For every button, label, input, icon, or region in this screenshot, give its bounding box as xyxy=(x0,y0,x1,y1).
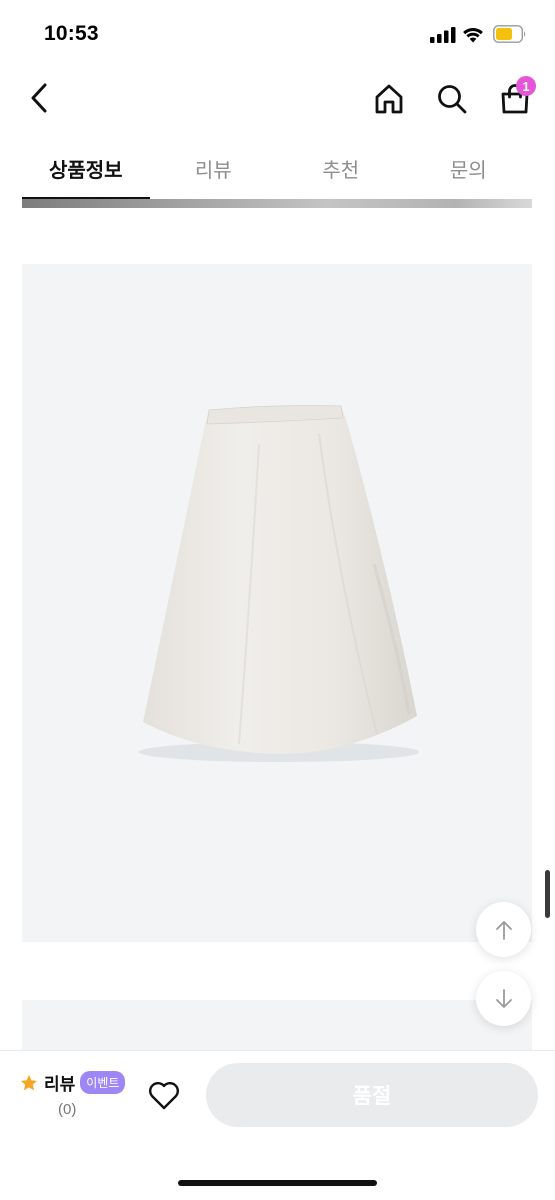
scrollbar[interactable] xyxy=(545,870,550,918)
heart-icon xyxy=(149,1082,179,1110)
cellular-signal-icon xyxy=(430,27,456,43)
battery-icon xyxy=(493,25,526,43)
like-button[interactable] xyxy=(146,1077,182,1113)
cart-count-badge: 1 xyxy=(516,76,536,96)
arrow-down-icon xyxy=(495,988,512,1008)
previous-image-edge xyxy=(22,199,532,208)
review-count: (0) xyxy=(58,1101,77,1118)
product-image xyxy=(22,264,532,942)
skirt-image xyxy=(139,405,419,762)
review-summary[interactable]: 리뷰 이벤트 (0) xyxy=(20,1070,130,1120)
home-indicator xyxy=(178,1180,377,1186)
status-time: 10:53 xyxy=(44,22,99,45)
event-badge: 이벤트 xyxy=(80,1071,126,1094)
arrow-up-icon xyxy=(495,920,512,940)
cart-button[interactable]: 1 xyxy=(494,76,536,120)
scroll-top-button[interactable] xyxy=(476,902,531,957)
product-tabs: 상품정보 리뷰 추천 문의 xyxy=(22,138,532,200)
search-button[interactable] xyxy=(431,78,473,120)
scroll-bottom-button[interactable] xyxy=(476,971,531,1026)
tab-reviews[interactable]: 리뷰 xyxy=(150,138,278,200)
tab-recommend[interactable]: 추천 xyxy=(277,138,405,200)
status-bar: 10:53 xyxy=(0,0,555,64)
star-icon xyxy=(20,1074,38,1090)
nav-bar: 1 xyxy=(0,64,555,138)
home-icon xyxy=(375,84,403,114)
sold-out-button[interactable]: 품절 xyxy=(206,1063,538,1127)
review-label: 리뷰 xyxy=(44,1075,76,1094)
chevron-left-icon xyxy=(31,83,47,113)
tab-product-info[interactable]: 상품정보 xyxy=(22,138,150,200)
search-icon xyxy=(438,85,467,114)
back-button[interactable] xyxy=(20,78,60,118)
home-button[interactable] xyxy=(368,78,410,120)
wifi-icon xyxy=(463,27,483,43)
bottom-action-bar: 리뷰 이벤트 (0) 품절 xyxy=(0,1050,555,1200)
tab-inquiry[interactable]: 문의 xyxy=(405,138,533,200)
